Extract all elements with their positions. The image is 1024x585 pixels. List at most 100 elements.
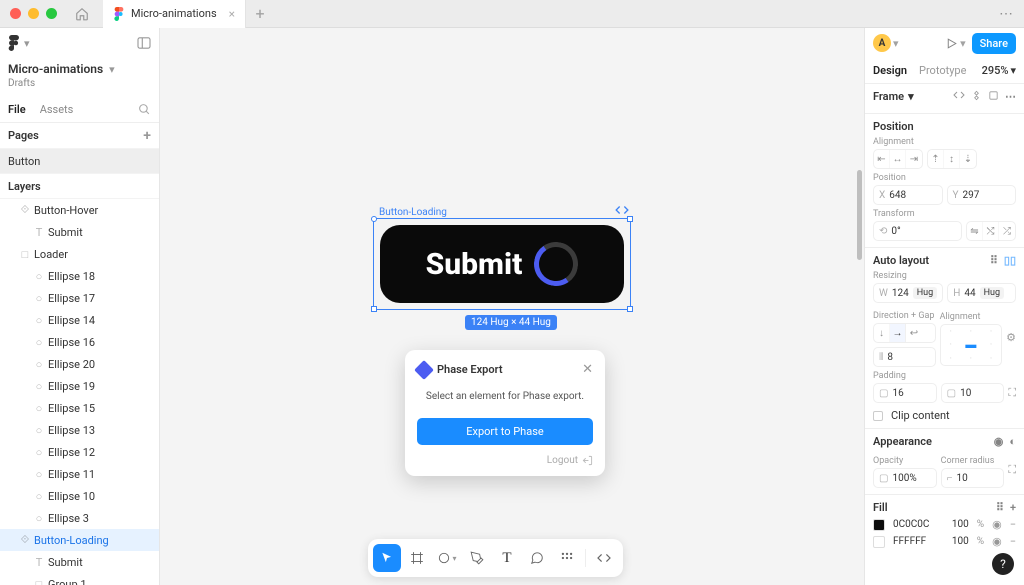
x-input[interactable]: X648 bbox=[873, 185, 943, 205]
resize-handle[interactable] bbox=[627, 306, 633, 312]
autolayout-suggest-icon[interactable]: ⠿ bbox=[990, 254, 998, 267]
chevron-down-icon[interactable]: ▾ bbox=[1010, 64, 1016, 77]
chevron-down-icon[interactable]: ▾ bbox=[960, 37, 966, 50]
remove-icon[interactable]: − bbox=[1010, 518, 1016, 531]
layer-row[interactable]: ○Ellipse 17 bbox=[0, 287, 159, 309]
assets-tab-button[interactable]: Assets bbox=[40, 99, 74, 120]
help-button[interactable]: ? bbox=[992, 553, 1014, 575]
pages-section-label[interactable]: Pages bbox=[8, 129, 39, 142]
pen-tool[interactable] bbox=[463, 544, 491, 572]
avatar[interactable]: A bbox=[873, 34, 891, 52]
prototype-tab-button[interactable]: Prototype bbox=[919, 64, 966, 77]
shape-tool[interactable]: ▾ bbox=[433, 544, 461, 572]
variant-icon[interactable] bbox=[988, 90, 999, 103]
layer-row[interactable]: ○Ellipse 16 bbox=[0, 331, 159, 353]
home-button[interactable] bbox=[69, 1, 95, 27]
canvas[interactable]: Button-Loading Submit 124 Hug × 44 Hug P… bbox=[160, 28, 864, 585]
layer-row[interactable]: ⟐Button-Loading bbox=[0, 529, 159, 551]
layer-row[interactable]: ○Ellipse 14 bbox=[0, 309, 159, 331]
code-icon[interactable] bbox=[953, 90, 965, 103]
layer-row[interactable]: ○Ellipse 20 bbox=[0, 353, 159, 375]
dev-mode-icon[interactable] bbox=[615, 204, 629, 216]
resize-handle[interactable] bbox=[371, 306, 377, 312]
autolayout-remove-icon[interactable]: ▯▯ bbox=[1004, 254, 1016, 267]
close-icon[interactable]: ✕ bbox=[582, 362, 593, 377]
resize-handle[interactable] bbox=[371, 216, 377, 222]
padding-h-input[interactable]: ▢16 bbox=[873, 383, 937, 403]
frame-name-label[interactable]: Button-Loading bbox=[379, 207, 447, 218]
flip-segment[interactable]: ⇋⤭⤮ bbox=[966, 221, 1016, 241]
file-tab[interactable]: Micro-animations × bbox=[103, 0, 246, 28]
frame-type-dropdown[interactable]: Frame bbox=[873, 90, 904, 103]
chevron-down-icon[interactable]: ▾ bbox=[908, 90, 914, 103]
fill-row[interactable]: FFFFFF100%◉− bbox=[873, 535, 1016, 548]
layer-row[interactable]: TSubmit bbox=[0, 221, 159, 243]
layer-row[interactable]: □Loader bbox=[0, 243, 159, 265]
rotation-input[interactable]: ⟲0° bbox=[873, 221, 962, 241]
fill-row[interactable]: 0C0C0C100%◉− bbox=[873, 518, 1016, 531]
more-icon[interactable]: ⋯ bbox=[1005, 90, 1016, 103]
export-to-phase-button[interactable]: Export to Phase bbox=[417, 418, 593, 445]
clip-content-checkbox[interactable] bbox=[873, 411, 883, 421]
project-location[interactable]: Drafts bbox=[0, 78, 159, 97]
dev-mode-toggle[interactable] bbox=[590, 544, 618, 572]
layer-row[interactable]: ○Ellipse 3 bbox=[0, 507, 159, 529]
text-tool[interactable]: T bbox=[493, 544, 521, 572]
close-window-icon[interactable] bbox=[10, 8, 21, 19]
logout-icon[interactable] bbox=[582, 455, 593, 466]
direction-segment[interactable]: ↓→↩ bbox=[873, 323, 936, 343]
project-name[interactable]: Micro-animations bbox=[8, 62, 103, 76]
remove-icon[interactable]: − bbox=[1010, 535, 1016, 548]
zoom-level[interactable]: 295% bbox=[982, 64, 1009, 77]
autolayout-settings-icon[interactable]: ⚙ bbox=[1006, 331, 1016, 344]
actions-tool[interactable] bbox=[553, 544, 581, 572]
chevron-down-icon[interactable]: ▾ bbox=[109, 63, 115, 76]
component-icon[interactable] bbox=[971, 90, 982, 103]
add-page-icon[interactable]: + bbox=[143, 128, 151, 144]
scrollbar[interactable] bbox=[857, 170, 862, 260]
gap-input[interactable]: ⦀8 bbox=[873, 347, 936, 367]
opacity-input[interactable]: ▢100% bbox=[873, 468, 937, 488]
add-fill-icon[interactable]: + bbox=[1010, 501, 1016, 514]
padding-v-input[interactable]: ▢10 bbox=[941, 383, 1005, 403]
figma-menu-icon[interactable] bbox=[8, 35, 20, 51]
logout-link[interactable]: Logout bbox=[547, 455, 578, 466]
layer-row[interactable]: ○Ellipse 18 bbox=[0, 265, 159, 287]
layer-row[interactable]: ○Ellipse 12 bbox=[0, 441, 159, 463]
design-tab-button[interactable]: Design bbox=[873, 64, 907, 77]
corner-individual-icon[interactable]: ⛶ bbox=[1008, 463, 1016, 477]
alignment-grid[interactable]: ··· ·▬· ··· bbox=[940, 324, 1003, 366]
chevron-down-icon[interactable]: ▾ bbox=[893, 37, 899, 50]
maximize-window-icon[interactable] bbox=[46, 8, 57, 19]
layer-row[interactable]: ⟐Button-Hover bbox=[0, 199, 159, 221]
new-tab-button[interactable]: + bbox=[246, 4, 274, 23]
toggle-sidebar-icon[interactable] bbox=[137, 37, 151, 49]
layer-row[interactable]: ○Ellipse 13 bbox=[0, 419, 159, 441]
visibility-icon[interactable]: ◉ bbox=[994, 435, 1004, 448]
page-item[interactable]: Button bbox=[0, 149, 159, 173]
fill-style-icon[interactable]: ⠿ bbox=[996, 501, 1004, 514]
layer-row[interactable]: ○Ellipse 15 bbox=[0, 397, 159, 419]
layers-section-label[interactable]: Layers bbox=[8, 180, 41, 193]
blend-icon[interactable]: ◐ bbox=[1009, 435, 1016, 448]
height-input[interactable]: H44Hug bbox=[947, 283, 1016, 303]
window-menu-icon[interactable]: ⋯ bbox=[999, 6, 1014, 22]
padding-individual-icon[interactable]: ⛶ bbox=[1008, 386, 1016, 400]
comment-tool[interactable] bbox=[523, 544, 551, 572]
y-input[interactable]: Y297 bbox=[947, 185, 1017, 205]
layer-row[interactable]: ○Ellipse 10 bbox=[0, 485, 159, 507]
button-loading-frame[interactable]: Submit bbox=[380, 225, 624, 303]
layer-row[interactable]: ○Ellipse 19 bbox=[0, 375, 159, 397]
align-horizontal-segment[interactable]: ⇤↔⇥ bbox=[873, 149, 923, 169]
frame-tool[interactable] bbox=[403, 544, 431, 572]
share-button[interactable]: Share bbox=[972, 33, 1016, 54]
present-icon[interactable] bbox=[945, 37, 958, 50]
close-tab-icon[interactable]: × bbox=[229, 7, 235, 21]
chevron-down-icon[interactable]: ▾ bbox=[24, 37, 30, 50]
align-vertical-segment[interactable]: ⇡↕⇣ bbox=[927, 149, 977, 169]
layer-row[interactable]: □Group 1 bbox=[0, 573, 159, 585]
visibility-icon[interactable]: ◉ bbox=[992, 518, 1002, 531]
layer-row[interactable]: TSubmit bbox=[0, 551, 159, 573]
search-icon[interactable] bbox=[138, 103, 151, 116]
resize-handle[interactable] bbox=[627, 216, 633, 222]
